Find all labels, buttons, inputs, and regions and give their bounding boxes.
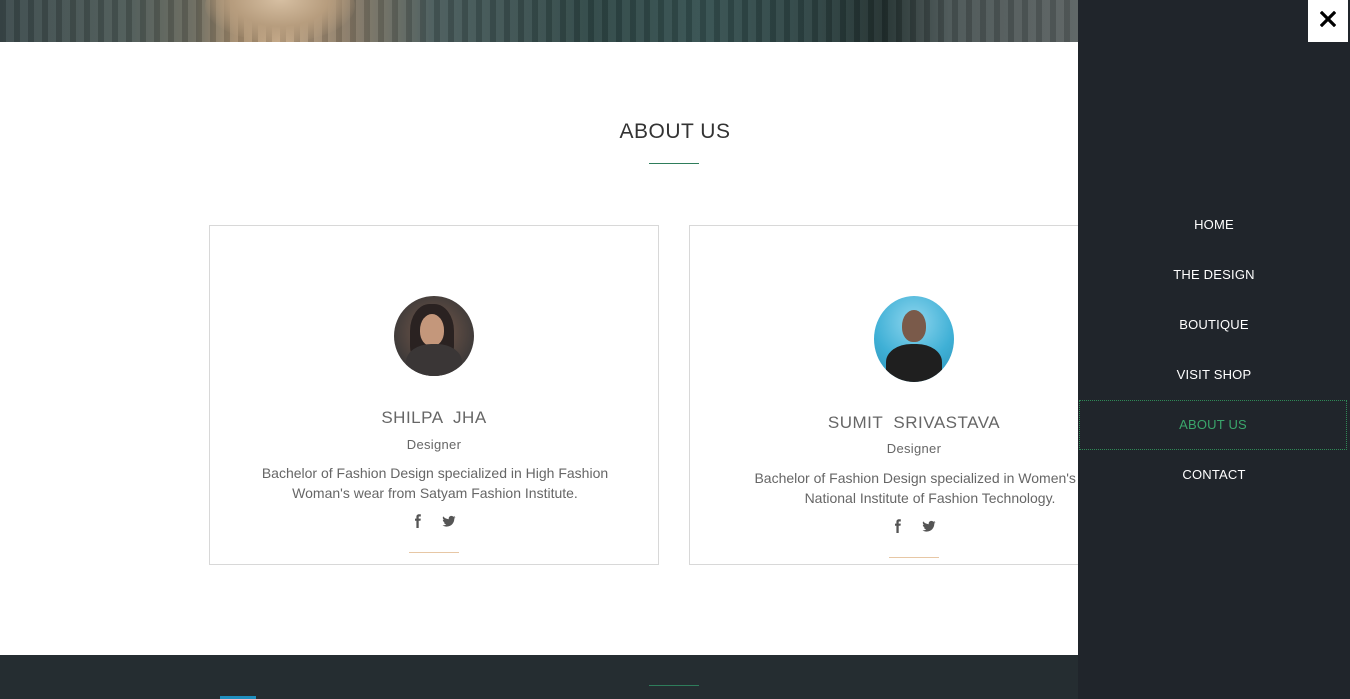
close-button[interactable] [1308, 0, 1348, 42]
twitter-icon[interactable] [442, 514, 456, 528]
member-role: Designer [406, 437, 462, 452]
facebook-icon[interactable] [412, 514, 424, 528]
card-divider [889, 557, 939, 558]
close-icon [1319, 10, 1337, 32]
footer-divider [649, 685, 699, 686]
social-links [690, 519, 1138, 533]
card-divider [409, 552, 459, 553]
menu-item-boutique[interactable]: BOUTIQUE [1078, 300, 1350, 350]
side-menu: HOME THE DESIGN BOUTIQUE VISIT SHOP ABOU… [1078, 0, 1350, 699]
menu-item-home[interactable]: HOME [1078, 200, 1350, 250]
menu-item-visit-shop[interactable]: VISIT SHOP [1078, 350, 1350, 400]
team-card-shilpa: SHILPA JHA Designer Bachelor of Fashion … [209, 225, 659, 565]
menu-item-contact[interactable]: CONTACT [1078, 450, 1350, 500]
menu-item-about-us[interactable]: ABOUT US [1079, 400, 1347, 450]
footer [0, 655, 1078, 699]
member-role: Designer [886, 441, 942, 456]
facebook-icon[interactable] [892, 519, 904, 533]
social-links [210, 514, 658, 528]
member-name: SUMIT SRIVASTAVA [827, 413, 1001, 432]
hero-model-photo [205, 0, 355, 42]
hero-banner-image [0, 0, 1078, 42]
title-divider [649, 163, 699, 164]
member-name: SHILPA JHA [381, 408, 487, 427]
avatar [394, 296, 474, 376]
twitter-icon[interactable] [922, 519, 936, 533]
menu-item-the-design[interactable]: THE DESIGN [1078, 250, 1350, 300]
page: ABOUT US SHILPA JHA Designer Bachelor of… [0, 0, 1350, 699]
avatar [874, 296, 954, 382]
member-bio: Bachelor of Fashion Design specialized i… [261, 465, 609, 501]
team-card-sumit: SUMIT SRIVASTAVA Designer Bachelor of Fa… [689, 225, 1139, 565]
menu-list: HOME THE DESIGN BOUTIQUE VISIT SHOP ABOU… [1078, 200, 1350, 500]
